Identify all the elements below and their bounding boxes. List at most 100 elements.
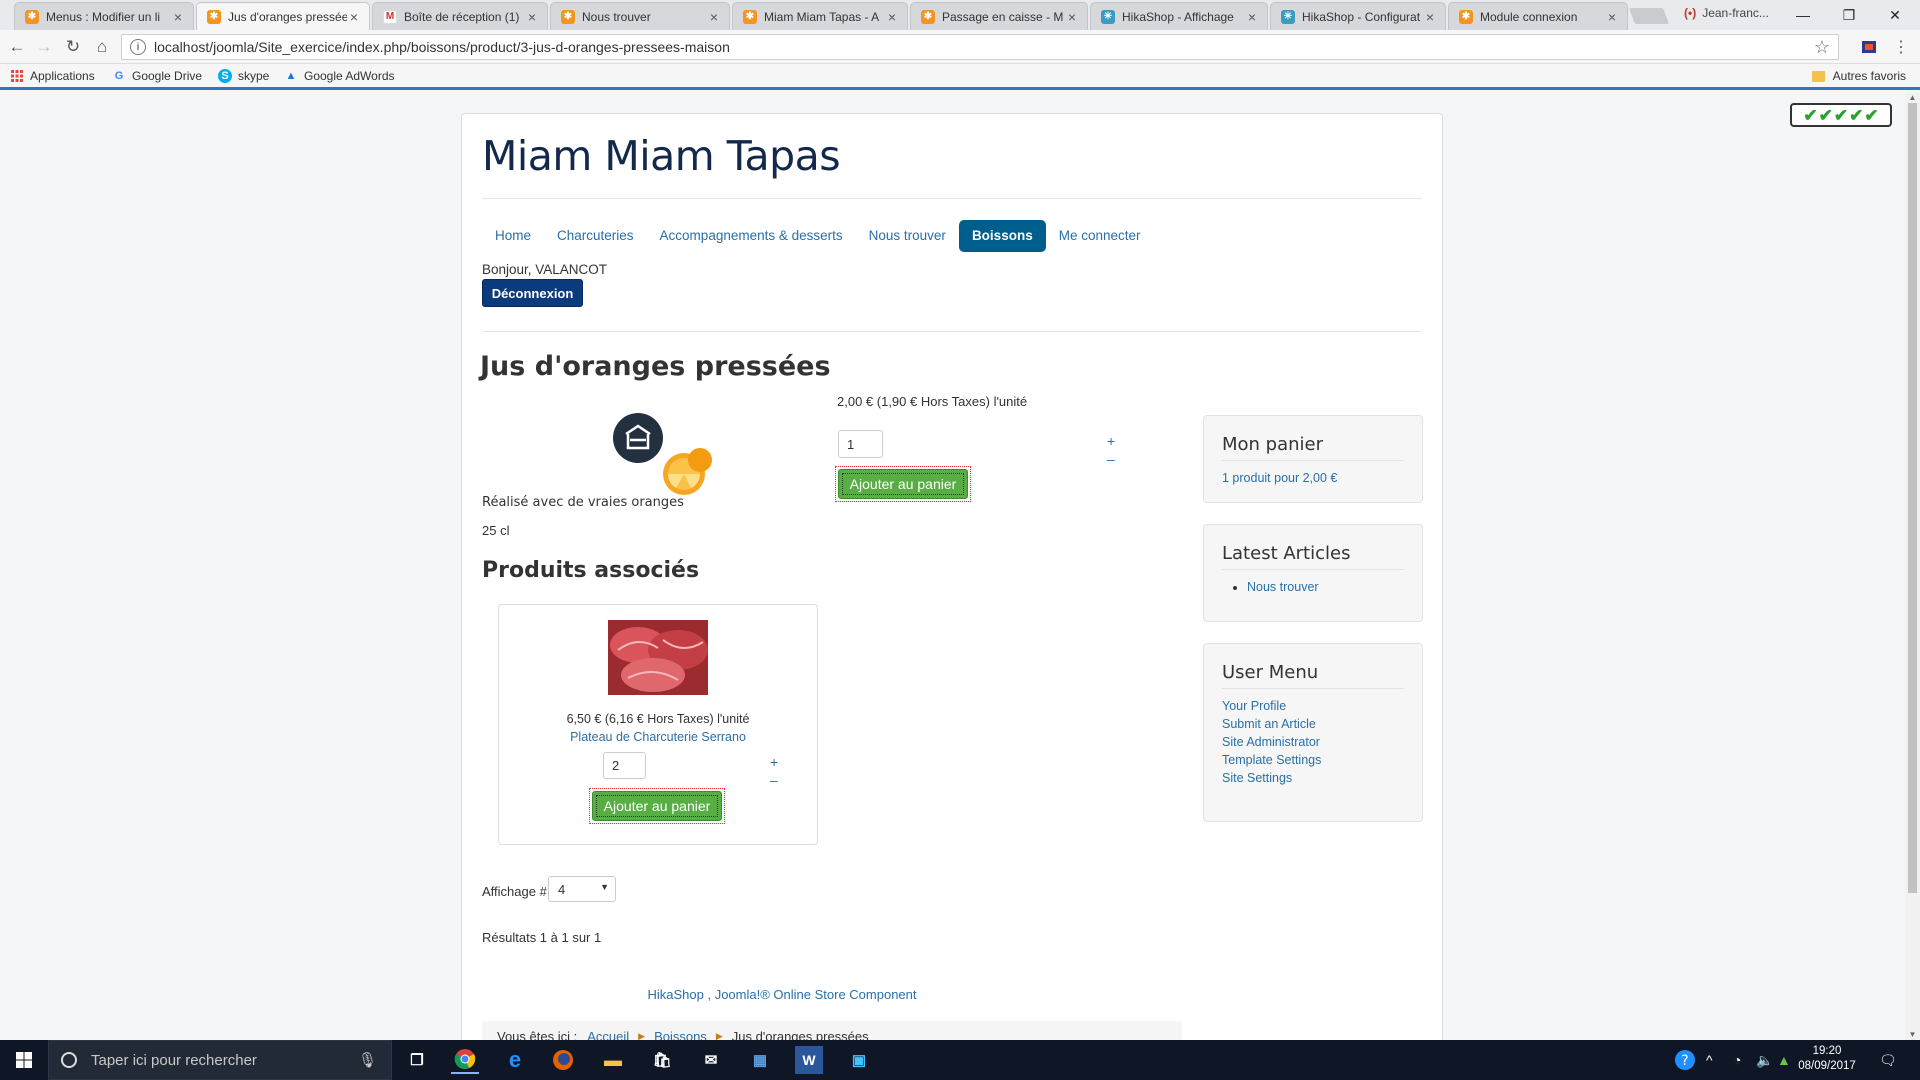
user-menu-submit-article[interactable]: Submit an Article xyxy=(1222,715,1404,733)
scroll-down-icon[interactable]: ▼ xyxy=(1905,1030,1920,1040)
close-icon[interactable]: × xyxy=(525,9,539,25)
breadcrumb-category[interactable]: Boissons xyxy=(654,1029,707,1041)
address-bar[interactable]: i localhost/joomla/Site_exercice/index.p… xyxy=(121,34,1839,60)
forward-icon[interactable]: → xyxy=(33,36,55,58)
bookmark-star-icon[interactable]: ☆ xyxy=(1814,37,1830,58)
related-product-name[interactable]: Plateau de Charcuterie Serrano xyxy=(499,730,817,744)
product-image[interactable] xyxy=(606,404,716,499)
file-explorer-icon[interactable]: ▬ xyxy=(599,1046,627,1074)
info-icon[interactable]: i xyxy=(130,39,146,55)
bookmark-google-drive[interactable]: G Google Drive xyxy=(112,69,202,83)
nav-me-connecter[interactable]: Me connecter xyxy=(1046,220,1154,252)
microphone-icon[interactable]: 🎙 xyxy=(358,1051,377,1069)
close-icon[interactable]: × xyxy=(1605,9,1619,25)
menu-icon[interactable]: ⋮ xyxy=(1892,38,1910,56)
browser-tab-active[interactable]: ✱ Jus d'oranges pressée × xyxy=(196,2,370,30)
latest-article-link[interactable]: Nous trouver xyxy=(1247,580,1319,594)
user-menu-site-administrator[interactable]: Site Administrator xyxy=(1222,733,1404,751)
notifications-icon[interactable]: 🗨 xyxy=(1879,1052,1897,1069)
nav-home[interactable]: Home xyxy=(482,220,544,252)
cart-summary-link[interactable]: 1 produit pour 2,00 € xyxy=(1222,471,1337,485)
profile-icon: (•) xyxy=(1684,6,1697,20)
mail-icon[interactable]: ✉ xyxy=(697,1046,725,1074)
reload-icon[interactable]: ↻ xyxy=(62,36,84,58)
site-title[interactable]: Miam Miam Tapas xyxy=(482,132,841,180)
vertical-scrollbar[interactable]: ▲ ▼ xyxy=(1905,93,1920,1040)
quantity-plus-button[interactable]: + xyxy=(1107,433,1115,449)
user-menu-template-settings[interactable]: Template Settings xyxy=(1222,751,1404,769)
profile-chip[interactable]: (•) Jean-franc... xyxy=(1684,6,1769,20)
browser-tab[interactable]: M Boîte de réception (1) × xyxy=(372,2,548,30)
related-product-image[interactable] xyxy=(608,620,708,695)
tab-title: Module connexion xyxy=(1480,9,1578,24)
browser-tab[interactable]: ✱ Miam Miam Tapas - A × xyxy=(732,2,908,30)
close-icon[interactable]: × xyxy=(707,9,721,25)
edge-icon[interactable]: e xyxy=(501,1046,529,1074)
tray-expand-icon[interactable]: ^ xyxy=(1706,1052,1713,1068)
browser-tab[interactable]: ✳ HikaShop - Affichage × xyxy=(1090,2,1268,30)
related-quantity-input[interactable]: 2 xyxy=(603,752,646,779)
nav-charcuteries[interactable]: Charcuteries xyxy=(544,220,647,252)
system-clock[interactable]: 19:20 08/09/2017 xyxy=(1792,1044,1862,1074)
close-window-icon[interactable]: ✕ xyxy=(1872,2,1918,28)
chrome-icon[interactable] xyxy=(451,1046,479,1074)
extension-icon[interactable] xyxy=(1860,38,1878,56)
close-icon[interactable]: × xyxy=(1065,9,1079,25)
taskbar-search-box[interactable]: Taper ici pour rechercher 🎙 xyxy=(48,1040,392,1080)
browser-tab[interactable]: ✱ Nous trouver × xyxy=(550,2,730,30)
home-icon[interactable]: ⌂ xyxy=(91,36,113,58)
close-icon[interactable]: × xyxy=(347,9,361,25)
back-icon[interactable]: ← xyxy=(6,36,28,58)
profile-name: Jean-franc... xyxy=(1702,6,1769,20)
display-count-select[interactable]: 4 ▼ xyxy=(548,876,616,902)
user-menu-your-profile[interactable]: Your Profile xyxy=(1222,697,1404,715)
task-view-icon[interactable]: ❐ xyxy=(403,1046,431,1074)
bookmark-google-adwords[interactable]: ▲ Google AdWords xyxy=(284,69,395,83)
logout-button[interactable]: Déconnexion xyxy=(482,279,583,307)
new-tab-button[interactable] xyxy=(1629,8,1669,24)
volume-icon[interactable]: 🔈 xyxy=(1756,1052,1773,1069)
hikashop-credit-link[interactable]: HikaShop , Joomla!® Online Store Compone… xyxy=(462,987,1102,1002)
cart-module-title: Mon panier xyxy=(1222,434,1404,461)
network-icon[interactable]: ◔ xyxy=(1733,1052,1741,1068)
bookmark-label: Google AdWords xyxy=(304,69,395,83)
word-icon[interactable]: W xyxy=(795,1046,823,1074)
close-icon[interactable]: × xyxy=(1245,9,1259,25)
restore-icon[interactable]: ❐ xyxy=(1826,2,1872,28)
browser-tab[interactable]: ✱ Menus : Modifier un li × xyxy=(14,2,194,30)
user-menu-site-settings[interactable]: Site Settings xyxy=(1222,769,1404,787)
related-product-card: 6,50 € (6,16 € Hors Taxes) l'unité Plate… xyxy=(498,604,818,845)
browser-tab[interactable]: ✳ HikaShop - Configurat × xyxy=(1270,2,1446,30)
close-icon[interactable]: × xyxy=(171,9,185,25)
other-bookmarks[interactable]: Autres favoris xyxy=(1811,69,1906,83)
windows-start-button[interactable] xyxy=(0,1040,48,1080)
drive-sync-icon[interactable]: ▲ xyxy=(1777,1052,1791,1068)
nav-accompagnements[interactable]: Accompagnements & desserts xyxy=(647,220,856,252)
store-icon[interactable]: 🛍 xyxy=(648,1046,676,1074)
app-icon[interactable]: ▦ xyxy=(746,1046,774,1074)
related-products-heading: Produits associés xyxy=(482,558,700,583)
browser-tab[interactable]: ✱ Module connexion × xyxy=(1448,2,1628,30)
help-icon[interactable]: ? xyxy=(1674,1049,1696,1074)
minimize-icon[interactable]: — xyxy=(1780,2,1826,28)
quantity-minus-button[interactable]: – xyxy=(1107,451,1115,467)
add-to-cart-button[interactable]: Ajouter au panier xyxy=(838,469,968,499)
scrollbar-thumb[interactable] xyxy=(1908,103,1917,893)
firefox-icon[interactable] xyxy=(549,1046,577,1074)
nav-nous-trouver[interactable]: Nous trouver xyxy=(856,220,959,252)
nav-boissons[interactable]: Boissons xyxy=(958,220,1046,252)
quantity-input[interactable]: 1 xyxy=(838,430,883,458)
scroll-up-icon[interactable]: ▲ xyxy=(1905,93,1920,103)
app-icon[interactable]: ▣ xyxy=(845,1046,873,1074)
related-quantity-plus-button[interactable]: + xyxy=(770,754,778,770)
browser-tab[interactable]: ✱ Passage en caisse - M × xyxy=(910,2,1088,30)
check-icon: ✔ xyxy=(1803,105,1818,125)
breadcrumb-home[interactable]: Accueil xyxy=(587,1029,629,1041)
related-add-to-cart-button[interactable]: Ajouter au panier xyxy=(592,791,722,821)
close-icon[interactable]: × xyxy=(885,9,899,25)
bookmark-label: Applications xyxy=(30,69,95,83)
bookmark-skype[interactable]: S skype xyxy=(218,69,269,83)
related-quantity-minus-button[interactable]: – xyxy=(770,772,778,788)
bookmark-applications[interactable]: Applications xyxy=(10,69,95,83)
close-icon[interactable]: × xyxy=(1423,9,1437,25)
